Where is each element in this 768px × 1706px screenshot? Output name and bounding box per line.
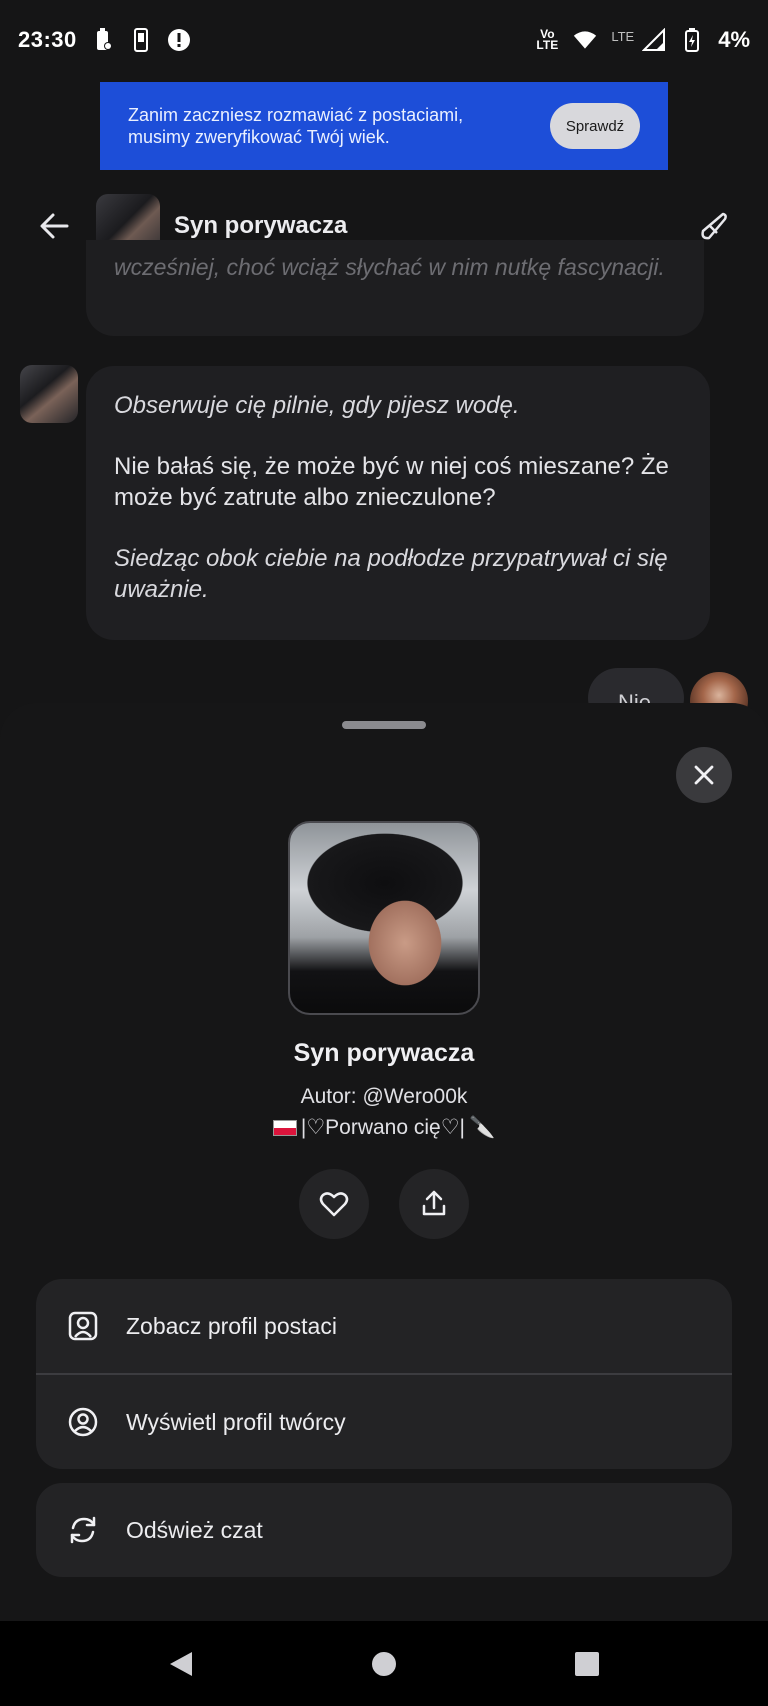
share-icon — [422, 1190, 446, 1216]
character-tagline: |♡Porwano cię♡| 🔪 — [0, 1115, 768, 1140]
refresh-chat-label: Odśwież czat — [126, 1516, 263, 1543]
user-square-icon — [66, 1309, 100, 1343]
message-line-1: Obserwuje cię pilnie, gdy pijesz wodę. — [114, 392, 520, 419]
share-button[interactable] — [399, 1169, 469, 1239]
close-sheet-button[interactable] — [676, 747, 732, 803]
back-button[interactable] — [30, 202, 78, 250]
circle-home-icon — [371, 1651, 396, 1676]
battery-saver-icon — [91, 28, 115, 52]
like-button[interactable] — [299, 1169, 369, 1239]
volte-icon: Vo LTE — [536, 27, 559, 52]
action-row — [0, 1169, 768, 1239]
bot-message-bubble[interactable]: Obserwuje cię pilnie, gdy pijesz wodę. N… — [86, 366, 710, 640]
edit-brush-icon — [701, 212, 727, 240]
battery-percent: 4% — [718, 27, 750, 52]
message-line-2: Nie bałaś się, że może być w niej coś mi… — [114, 453, 669, 511]
character-author[interactable]: Autor: @Wero00k — [0, 1085, 768, 1109]
banner-text: Zanim zaczniesz rozmawiać z postaciami, … — [128, 105, 464, 147]
message-line-3: Siedząc obok ciebie na podłodze przypatr… — [114, 545, 668, 603]
verify-button[interactable]: Sprawdź — [550, 103, 640, 149]
alert-icon — [167, 28, 191, 52]
nav-back-button[interactable] — [161, 1644, 201, 1684]
view-character-profile-item[interactable]: Zobacz profil postaci — [36, 1279, 732, 1373]
refresh-icon — [66, 1513, 100, 1547]
wifi-icon — [573, 28, 597, 52]
profile-menu: Zobacz profil postaci Wyświetl profil tw… — [36, 1279, 732, 1469]
square-recents-icon — [574, 1651, 599, 1676]
sheet-drag-handle[interactable] — [342, 721, 426, 729]
signal-icon — [642, 28, 666, 52]
character-name: Syn porywacza — [293, 1039, 475, 1067]
arrow-left-icon — [40, 213, 69, 239]
phone-icon — [129, 28, 153, 52]
view-character-profile-label: Zobacz profil postaci — [126, 1312, 337, 1339]
system-navigation-bar — [0, 1621, 768, 1706]
nav-recents-button[interactable] — [567, 1644, 607, 1684]
knife-icon: 🔪 — [468, 1115, 496, 1139]
view-creator-profile-item[interactable]: Wyświetl profil twórcy — [36, 1375, 732, 1469]
battery-icon — [680, 28, 704, 52]
network-type: LTE — [611, 29, 635, 44]
bot-avatar[interactable] — [20, 365, 78, 423]
previous-message: wcześniej, choć wciąż słychać w nim nutk… — [86, 240, 704, 336]
app-root: 23:30 Vo LTE LTE 4% Zanim zaczniesz rozm… — [0, 0, 768, 1706]
poland-flag-icon — [272, 1119, 297, 1136]
triangle-back-icon — [170, 1651, 193, 1676]
view-creator-profile-label: Wyświetl profil twórcy — [126, 1408, 346, 1435]
tagline-text: |♡Porwano cię♡| — [300, 1116, 465, 1139]
user-circle-icon — [66, 1405, 100, 1439]
character-bottom-sheet: Syn porywacza Autor: @Wero00k |♡Porwano … — [0, 703, 768, 1621]
status-time: 23:30 — [18, 27, 77, 52]
character-profile-photo — [288, 821, 480, 1015]
refresh-menu: Odśwież czat — [36, 1483, 732, 1577]
heart-icon — [319, 1192, 349, 1217]
chat-title: Syn porywacza — [174, 212, 348, 239]
age-verification-banner: Zanim zaczniesz rozmawiać z postaciami, … — [100, 82, 668, 170]
close-icon — [694, 765, 714, 785]
status-bar: 23:30 Vo LTE LTE 4% — [0, 0, 768, 80]
refresh-chat-item[interactable]: Odśwież czat — [36, 1483, 732, 1577]
nav-home-button[interactable] — [364, 1644, 404, 1684]
